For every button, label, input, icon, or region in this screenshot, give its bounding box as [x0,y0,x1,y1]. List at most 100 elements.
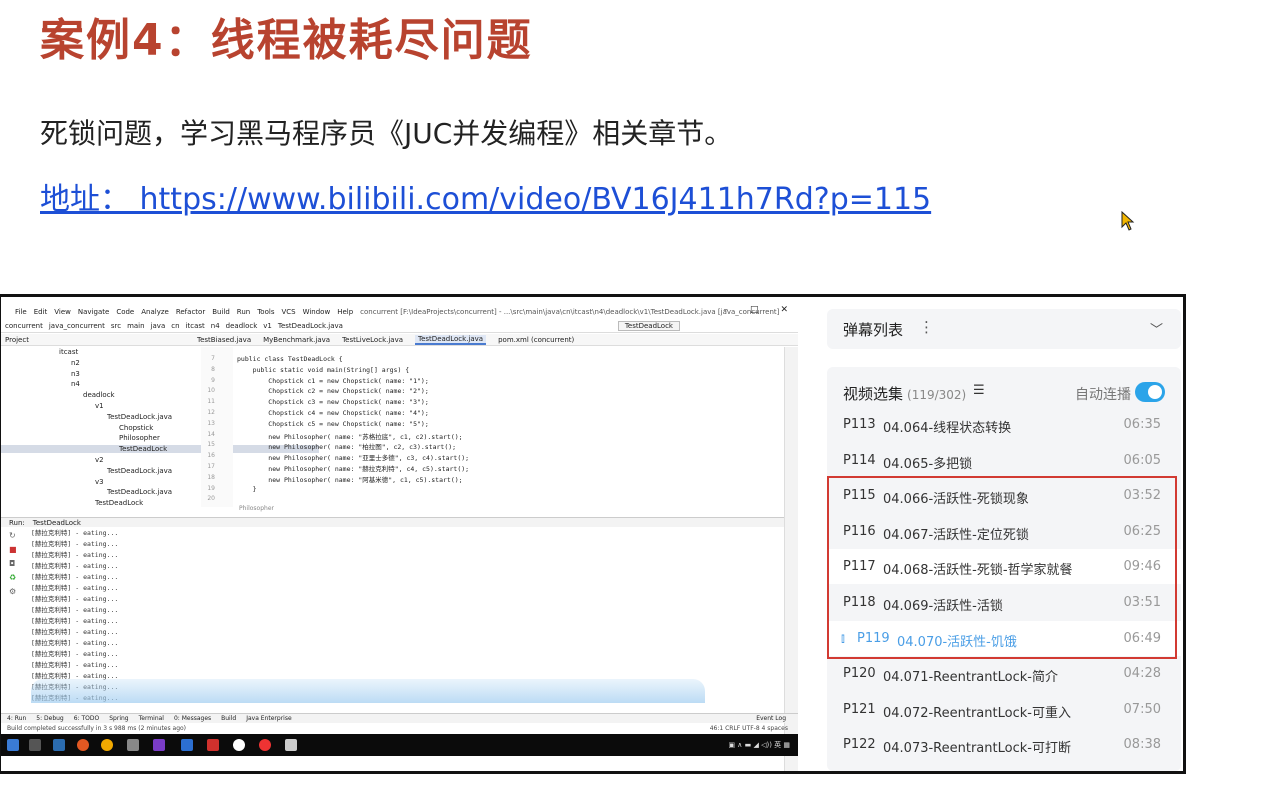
breadcrumb-item[interactable]: TestDeadLock.java [278,322,343,330]
camera-icon[interactable]: ◘ [9,559,15,568]
chrome-icon[interactable] [101,739,113,751]
editor-tab[interactable]: MyBenchmark.java [263,336,330,344]
list-view-icon[interactable]: ☰ [973,383,985,398]
breadcrumb-item[interactable]: src [111,322,121,330]
editor-tab[interactable]: TestBiased.java [197,336,251,344]
notes-icon[interactable] [285,739,297,751]
breadcrumb-item[interactable]: v1 [263,322,272,330]
tree-node[interactable]: TestDeadLock.java [1,488,172,496]
breadcrumb-item[interactable]: concurrent [5,322,43,330]
menu-item[interactable]: View [54,308,71,316]
breadcrumb-item[interactable]: main [127,322,145,330]
episode-name: 04.066-活跃性-死锁现象 [883,492,1029,508]
chevron-down-icon[interactable]: ﹀ [1150,319,1163,338]
tool-tab[interactable]: Build [221,715,236,722]
breadcrumb-item[interactable]: itcast [186,322,205,330]
menu-item[interactable]: Refactor [176,308,205,316]
tool-tab[interactable]: Event Log [756,715,786,722]
editor-tab[interactable]: TestLiveLock.java [342,336,403,344]
tool-tab[interactable]: Terminal [139,715,164,722]
menu-item[interactable]: Build [212,308,230,316]
episode-item[interactable]: P117 04.068-活跃性-死锁-哲学家就餐 09:46 [827,549,1181,585]
breadcrumb-item[interactable]: n4 [211,322,220,330]
line-number: 12 [207,409,215,416]
autoplay-toggle[interactable] [1135,382,1165,402]
clock-icon[interactable] [233,739,245,751]
rerun-icon[interactable]: ↻ [9,531,16,540]
close-icon[interactable]: ✕ [780,305,788,315]
app-icon[interactable] [181,739,193,751]
tree-node[interactable]: n4 [1,380,80,388]
tree-node[interactable]: n3 [1,370,80,378]
tree-node[interactable]: n2 [1,359,80,367]
tree-node[interactable]: Chopstick [1,424,153,432]
editor-tab[interactable]: pom.xml (concurrent) [498,336,574,344]
tree-node[interactable]: v1 [1,402,104,410]
menu-item[interactable]: Help [337,308,353,316]
line-number: 11 [207,398,215,406]
maximize-icon[interactable]: □ [750,305,759,315]
episode-code: P116 [843,523,876,539]
recorder-icon[interactable] [207,739,219,751]
firefox-icon[interactable] [77,739,89,751]
tree-node[interactable]: itcast [1,348,78,356]
episode-item[interactable]: P120 04.071-ReentrantLock-简介 04:28 [827,656,1181,691]
video-link[interactable]: 地址： https://www.bilibili.com/video/BV16J… [40,174,931,218]
episode-code: P114 [843,452,876,468]
tool-tab[interactable]: 6: TODO [74,715,99,722]
run-config-select[interactable]: TestDeadLock [617,321,680,331]
menu-item[interactable]: Tools [257,308,274,316]
episode-item[interactable]: ⫾ P119 04.070-活跃性-饥饿 06:49 [827,620,1181,656]
episode-item[interactable]: P113 04.064-线程状态转换 06:35 [827,407,1181,442]
episode-item[interactable]: P114 04.065-多把锁 06:05 [827,443,1181,478]
episode-duration: 06:35 [1123,417,1161,432]
breadcrumb-item[interactable]: deadlock [226,322,258,330]
menu-item[interactable]: Navigate [78,308,109,316]
menu-item[interactable]: VCS [281,308,295,316]
episode-item[interactable]: P122 04.073-ReentrantLock-可打断 08:38 [827,727,1181,762]
run-tab[interactable]: TestDeadLock [33,519,81,527]
episode-item[interactable]: P115 04.066-活跃性-死锁现象 03:52 [827,478,1181,513]
tree-node[interactable]: TestDeadLock.java [1,467,172,475]
tree-node[interactable]: TestDeadLock [1,499,143,507]
code-editor[interactable]: public class TestDeadLock { public stati… [237,347,777,507]
project-view-label[interactable]: Project [5,336,185,344]
tool-tab[interactable]: Java Enterprise [246,715,291,722]
breadcrumb-item[interactable]: java_concurrent [49,322,105,330]
menu-item[interactable]: Edit [34,308,48,316]
tree-node[interactable]: Philosopher [1,434,160,442]
episode-item[interactable]: P118 04.069-活跃性-活锁 03:51 [827,585,1181,620]
episode-name: 04.071-ReentrantLock-简介 [883,670,1058,686]
tree-node[interactable]: deadlock [1,391,115,399]
stop-icon[interactable]: ■ [9,545,17,554]
menu-item[interactable]: Run [237,308,250,316]
episode-item[interactable]: P121 04.072-ReentrantLock-可重入 07:50 [827,692,1181,727]
tool-tab[interactable]: 4: Run [7,715,26,722]
danmaku-bar[interactable]: 弹幕列表 ⋮ ﹀ [827,309,1181,349]
breadcrumb-item[interactable]: java [151,322,166,330]
episode-item[interactable]: P116 04.067-活跃性-定位死锁 06:25 [827,514,1181,549]
settings-icon[interactable]: ⚙ [9,587,16,596]
menu-item[interactable]: Window [303,308,331,316]
tool-tab[interactable]: 0: Messages [174,715,211,722]
start-icon[interactable] [7,739,19,751]
minimize-icon[interactable]: – [723,305,728,315]
terminal-icon[interactable] [127,739,139,751]
breadcrumb-item[interactable]: cn [171,322,179,330]
more-icon[interactable]: ⋮ [919,318,934,336]
tree-node[interactable]: TestDeadLock.java [1,413,172,421]
tree-node[interactable]: v2 [1,456,104,464]
editor-tab[interactable]: TestDeadLock.java [415,334,487,345]
menu-item[interactable]: Analyze [141,308,169,316]
restore-icon[interactable]: ♻ [9,573,16,582]
intellij-icon[interactable] [153,739,165,751]
tree-node[interactable]: v3 [1,478,104,486]
taskview-icon[interactable] [29,739,41,751]
tool-tab[interactable]: 5: Debug [36,715,63,722]
record-icon[interactable] [259,739,271,751]
tool-tab[interactable]: Spring [109,715,128,722]
status-bar: Build completed successfully in 3 s 988 … [1,723,798,733]
menu-item[interactable]: File [15,308,27,316]
menu-item[interactable]: Code [116,308,134,316]
explorer-icon[interactable] [53,739,65,751]
